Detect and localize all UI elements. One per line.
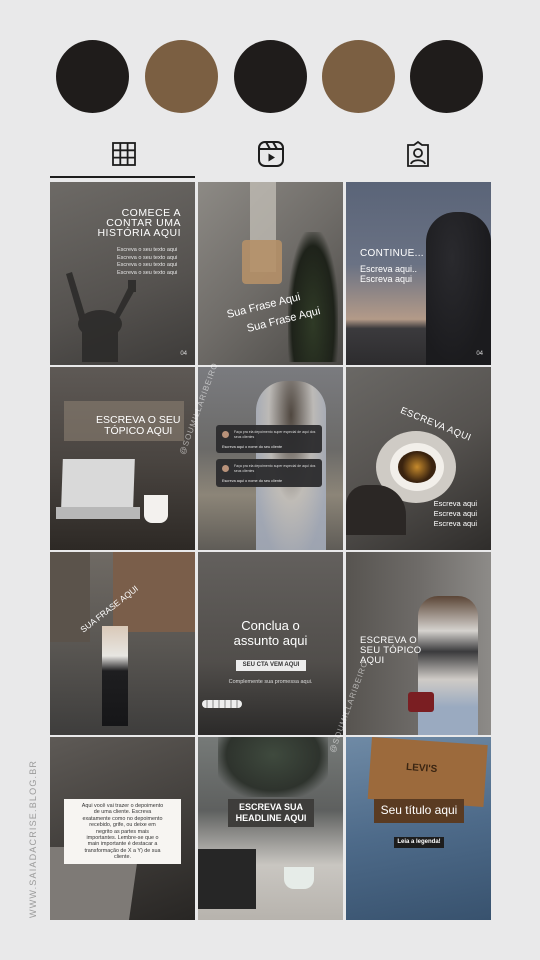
post-number: 04 (180, 351, 187, 357)
handbag-shape (408, 692, 434, 712)
coffee-liquid (398, 451, 436, 483)
post-body: Escreva aqui Escreva aqui Escreva aqui (433, 499, 477, 528)
cta-button[interactable]: Leia a legenda! (394, 837, 444, 848)
post-title: Conclua o assunto aqui (233, 618, 308, 648)
cta-button[interactable]: SEU CTA VEM AQUI (236, 660, 306, 671)
highlight-4[interactable] (322, 40, 395, 113)
highlight-1[interactable] (56, 40, 129, 113)
avatar (222, 465, 229, 472)
bracelet-shape (202, 700, 242, 708)
post-4[interactable]: ESCREVA O SEU TÓPICO AQUI (50, 367, 195, 550)
testimonial-author-1: Escreva aqui o nome do seu cliente (222, 445, 283, 449)
cup-shape (144, 495, 168, 523)
tab-grid[interactable] (50, 130, 197, 178)
patch-label: LEVI'S (405, 761, 438, 776)
post-title: CONTINUE... (360, 248, 424, 259)
post-10[interactable]: Aqui você vai trazer o depoimento de uma… (50, 737, 195, 920)
highlight-5[interactable] (410, 40, 483, 113)
tab-tagged[interactable] (344, 130, 491, 178)
grid-icon (111, 142, 136, 166)
person-shape (418, 596, 478, 735)
post-12[interactable]: LEVI'S Seu título aqui Leia a legenda! (346, 737, 491, 920)
post-title: COMECE A CONTAR UMA HISTÓRIA AQUI (97, 207, 181, 239)
laptop-base (56, 507, 140, 519)
post-body: Escreva aqui.. Escreva aqui (360, 264, 418, 284)
post-6[interactable]: ESCREVA AQUI Escreva aqui Escreva aqui E… (346, 367, 491, 550)
post-title: ESCREVA SUA HEADLINE AQUI (235, 802, 307, 823)
tagged-person-icon (406, 140, 429, 167)
post-title: ESCREVA O SEU TÓPICO AQUI (96, 414, 181, 437)
post-subtitle: Complemente sua promessa aqui. (228, 679, 313, 685)
post-8[interactable]: Conclua o assunto aqui SEU CTA VEM AQUI … (198, 552, 343, 735)
laptop-shape (198, 849, 256, 909)
profile-tabs (50, 130, 491, 180)
post-5[interactable]: Faça pra ela depoimento super especial d… (198, 367, 343, 550)
side-url: WWW.SAIADACRISE.BLOG.BR (28, 759, 38, 918)
person-silhouette (426, 212, 491, 365)
reels-icon (257, 141, 284, 167)
shadow-silhouette (66, 272, 136, 362)
testimonial-text: Aqui você vai trazer o depoimento de uma… (81, 803, 164, 861)
story-highlights (56, 40, 484, 113)
post-body: Escreva o seu texto aqui Escreva o seu t… (117, 247, 178, 276)
drink-glass (242, 240, 282, 284)
testimonial-quote-2: Faça pra ela depoimento super especial d… (234, 464, 316, 473)
avatar (222, 431, 229, 438)
person-shape (102, 626, 128, 726)
testimonial-quote-1: Faça pra ela depoimento super especial d… (234, 430, 316, 439)
cup-shape (284, 867, 314, 889)
post-title: Seu título aqui (380, 803, 458, 817)
post-grid: COMECE A CONTAR UMA HISTÓRIA AQUI Escrev… (50, 182, 491, 920)
post-7[interactable]: SUA FRASE AQUI (50, 552, 195, 735)
post-2[interactable]: Sua Frase Aqui Sua Frase Aqui (198, 182, 343, 365)
post-11[interactable]: ESCREVA SUA HEADLINE AQUI (198, 737, 343, 920)
testimonial-author-2: Escreva aqui o nome do seu cliente (222, 479, 283, 483)
tree-shape (218, 737, 328, 797)
laptop-shape (61, 459, 135, 507)
post-1[interactable]: COMECE A CONTAR UMA HISTÓRIA AQUI Escrev… (50, 182, 195, 365)
highlight-3[interactable] (234, 40, 307, 113)
highlight-2[interactable] (145, 40, 218, 113)
post-9[interactable]: ESCREVA O SEU TÓPICO AQUI (346, 552, 491, 735)
post-number: 04 (476, 351, 483, 357)
active-tab-indicator (50, 176, 195, 178)
tab-reels[interactable] (197, 130, 344, 178)
post-3[interactable]: CONTINUE... Escreva aqui.. Escreva aqui … (346, 182, 491, 365)
